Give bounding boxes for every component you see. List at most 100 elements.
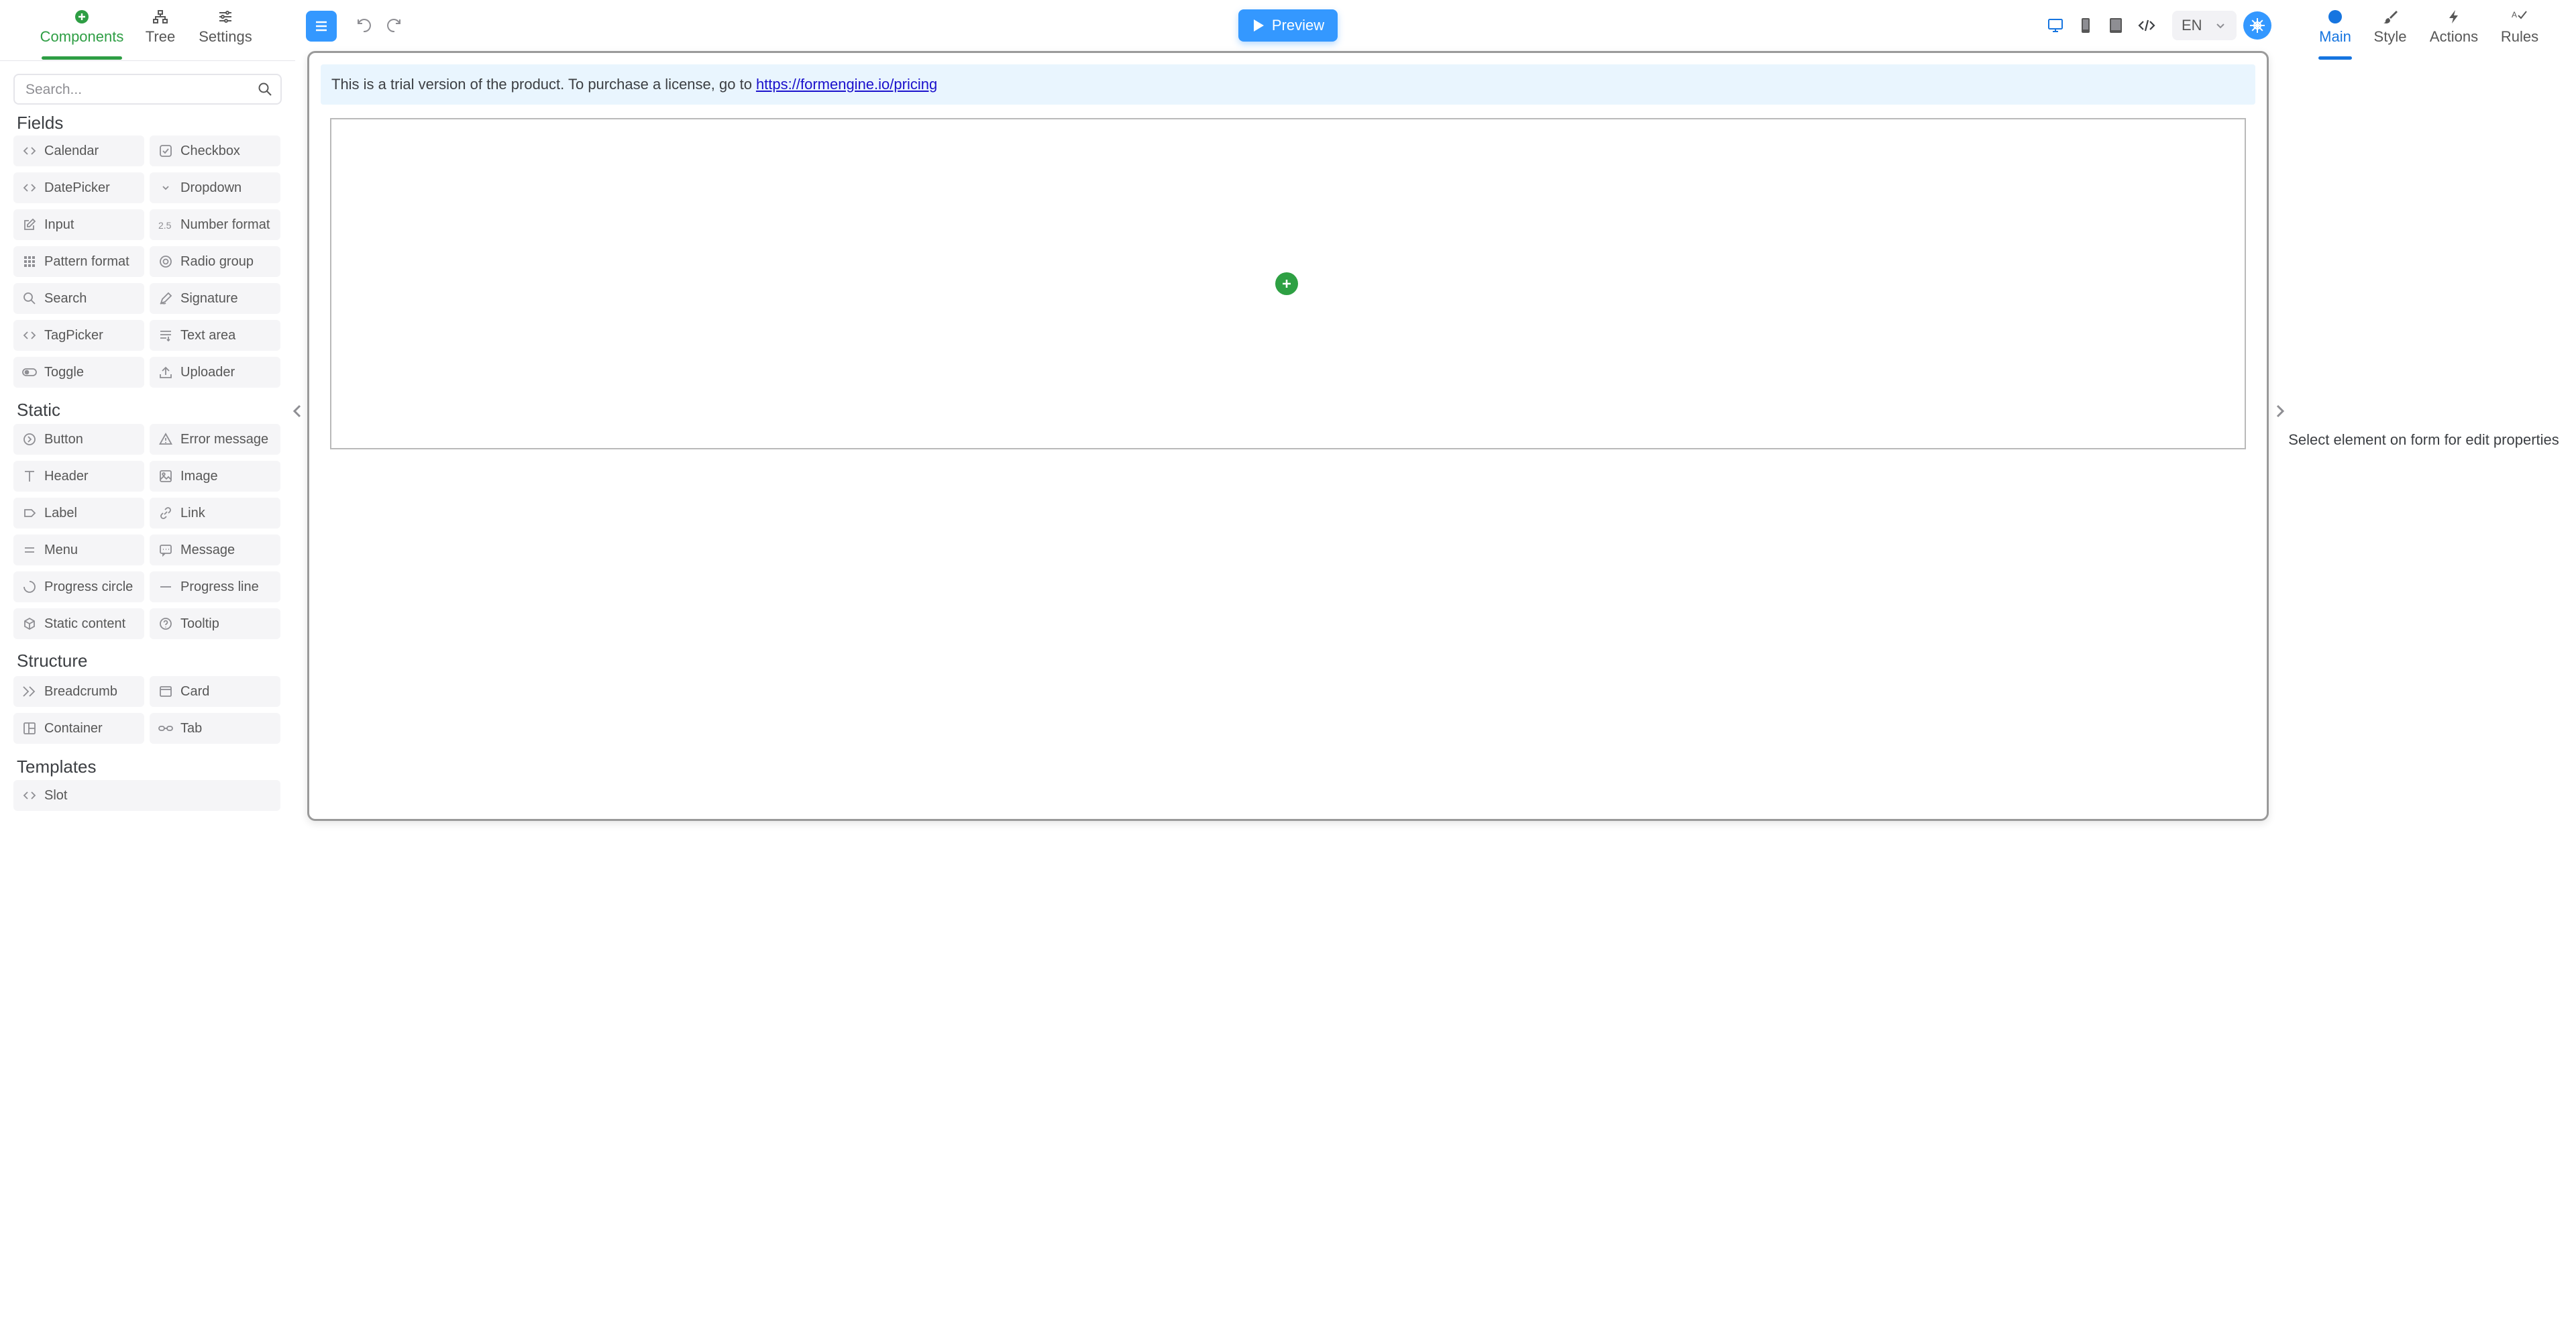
tree-icon [153, 9, 168, 24]
component-search[interactable]: Search [13, 283, 144, 314]
label-icon [21, 505, 38, 521]
breadcrumb-icon [21, 683, 38, 700]
language-value: EN [2182, 17, 2202, 34]
language-select[interactable]: EN [2172, 11, 2237, 40]
device-mobile-button[interactable] [2072, 13, 2099, 38]
component-button[interactable]: Button [13, 424, 144, 455]
card-icon [158, 683, 174, 700]
section-title-fields: Fields [17, 113, 64, 133]
collapse-right-panel-button[interactable] [2273, 401, 2288, 421]
component-progress-circle[interactable]: Progress circle [13, 571, 144, 602]
component-label: Tooltip [180, 616, 219, 631]
component-label: Link [180, 505, 205, 520]
component-link[interactable]: Link [150, 498, 280, 529]
component-label: Container [44, 720, 103, 736]
code-icon [21, 180, 38, 196]
pricing-link[interactable]: https://formengine.io/pricing [756, 76, 937, 93]
component-datepicker[interactable]: DatePicker [13, 172, 144, 203]
component-error-message[interactable]: Error message [150, 424, 280, 455]
component-label: Number format [180, 217, 270, 232]
tab-components[interactable]: Components [40, 9, 123, 46]
plus-circle-icon [74, 9, 89, 24]
component-tab[interactable]: Tab [150, 713, 280, 744]
component-label: Uploader [180, 364, 235, 380]
code-icon [2138, 18, 2155, 33]
play-icon [1252, 18, 1265, 33]
tab-settings-label: Settings [199, 28, 252, 45]
trial-text: This is a trial version of the product. … [331, 76, 752, 93]
tab-style[interactable]: Style [2371, 9, 2410, 46]
theme-button[interactable] [2243, 11, 2271, 40]
circle-icon [2328, 9, 2343, 24]
component-card[interactable]: Card [150, 676, 280, 707]
tablet-icon [2108, 17, 2123, 34]
component-calendar[interactable]: Calendar [13, 135, 144, 166]
component-header[interactable]: Header [13, 461, 144, 492]
component-toggle[interactable]: Toggle [13, 357, 144, 388]
component-menu[interactable]: Menu [13, 535, 144, 565]
tab-actions[interactable]: Actions [2427, 9, 2481, 46]
component-breadcrumb[interactable]: Breadcrumb [13, 676, 144, 707]
link-icon [158, 505, 174, 521]
search-input[interactable] [24, 75, 248, 105]
component-slot[interactable]: Slot [13, 780, 280, 811]
component-uploader[interactable]: Uploader [150, 357, 280, 388]
mobile-icon [2080, 17, 2091, 34]
tab-main[interactable]: Main [2317, 9, 2353, 46]
code-icon [21, 143, 38, 159]
collapse-left-panel-button[interactable] [290, 401, 305, 421]
component-radio-group[interactable]: Radio group [150, 246, 280, 277]
component-dropdown[interactable]: Dropdown [150, 172, 280, 203]
grid-dots-icon [21, 254, 38, 270]
component-label: Checkbox [180, 143, 240, 158]
chevron-right-icon [2275, 403, 2286, 419]
component-label: Progress line [180, 579, 259, 594]
tab-settings[interactable]: Settings [197, 9, 254, 46]
component-container[interactable]: Container [13, 713, 144, 744]
code-view-button[interactable] [2133, 13, 2160, 38]
chevron-down-icon [158, 180, 174, 196]
component-checkbox[interactable]: Checkbox [150, 135, 280, 166]
redo-button[interactable] [381, 12, 408, 39]
search-icon[interactable] [258, 82, 272, 97]
component-progress-line[interactable]: Progress line [150, 571, 280, 602]
component-pattern-format[interactable]: Pattern format [13, 246, 144, 277]
component-search [13, 74, 282, 105]
active-tab-indicator [2318, 56, 2352, 60]
section-title-templates: Templates [17, 757, 97, 777]
number-icon: 2.5 [158, 217, 174, 233]
component-label: Message [180, 542, 235, 557]
trial-notice: This is a trial version of the product. … [321, 64, 2255, 105]
device-desktop-button[interactable] [2042, 13, 2069, 38]
component-input[interactable]: Input [13, 209, 144, 240]
component-label: Card [180, 683, 210, 699]
component-tagpicker[interactable]: TagPicker [13, 320, 144, 351]
component-label: Input [44, 217, 74, 232]
preview-button[interactable]: Preview [1238, 9, 1338, 42]
svg-text:A: A [2512, 10, 2517, 19]
component-text-area[interactable]: Text area [150, 320, 280, 351]
svg-text:2.5: 2.5 [158, 220, 172, 231]
component-number-format[interactable]: 2.5 Number format [150, 209, 280, 240]
tab-tree[interactable]: Tree [142, 9, 178, 46]
component-image[interactable]: Image [150, 461, 280, 492]
main-menu-button[interactable] [306, 11, 337, 42]
component-label: TagPicker [44, 327, 103, 343]
component-message[interactable]: Message [150, 535, 280, 565]
progress-line-icon [158, 579, 174, 595]
component-label: Menu [44, 542, 78, 557]
device-tablet-button[interactable] [2102, 13, 2129, 38]
component-static-content[interactable]: Static content [13, 608, 144, 639]
tab-rules[interactable]: A Rules [2498, 9, 2541, 46]
upload-icon [158, 364, 174, 380]
component-signature[interactable]: Signature [150, 283, 280, 314]
component-label: Dropdown [180, 180, 242, 195]
pen-icon [158, 290, 174, 307]
component-label[interactable]: Label [13, 498, 144, 529]
toggle-icon [21, 364, 38, 380]
component-label: Image [180, 468, 218, 484]
undo-button[interactable] [350, 12, 377, 39]
checkbox-icon [158, 143, 174, 159]
add-component-button[interactable] [1275, 272, 1298, 295]
component-tooltip[interactable]: Tooltip [150, 608, 280, 639]
